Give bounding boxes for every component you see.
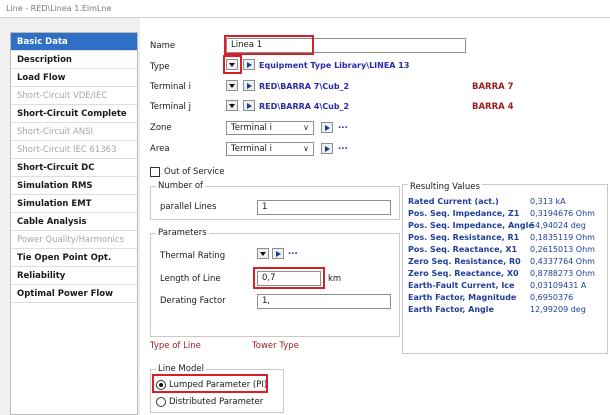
sidebar-item-sc-vde-iec[interactable]: Short-Circuit VDE/IEC [11,87,137,105]
sidebar-item-description[interactable]: Description [11,51,137,69]
thermal-rating-select-button[interactable] [257,248,269,259]
result-name: Pos. Seq. Impedance, Angle [408,221,534,230]
result-value: 0,8788273 Ohm [530,269,595,278]
sidebar-item-tie-open-point[interactable]: Tie Open Point Opt. [11,249,137,267]
parallel-lines-input[interactable]: 1 [257,200,391,215]
number-of-label: Number of [156,181,206,191]
result-name: Pos. Seq. Reactance, X1 [408,245,518,254]
result-name: Rated Current (act.) [408,197,499,206]
length-unit-label: km [328,274,342,284]
sidebar-item-simulation-emt[interactable]: Simulation EMT [11,195,137,213]
thermal-rating-more-button[interactable]: ... [288,247,298,257]
result-value: 0,3194676 Ohm [530,209,595,218]
sidebar-item-load-flow[interactable]: Load Flow [11,69,137,87]
zone-more-button[interactable]: ... [338,121,348,131]
area-more-button[interactable]: ... [338,142,348,152]
sidebar-item-optimal-power-flow[interactable]: Optimal Power Flow [11,285,137,303]
sidebar-item-reliability[interactable]: Reliability [11,267,137,285]
result-name: Earth Factor, Magnitude [408,293,517,302]
derating-factor-input[interactable]: 1, [257,294,391,309]
zone-select-value: Terminal i [231,123,272,133]
tower-type-label: Tower Type [252,341,299,351]
sidebar: Basic Data Description Load Flow Short-C… [10,32,138,415]
terminal-j-select-button[interactable] [226,100,238,111]
terminal-i-link[interactable]: RED\BARRA 7\Cub_2 [259,82,349,91]
result-name: Zero Seq. Reactance, X0 [408,269,519,278]
zone-label: Zone [150,123,172,133]
length-of-line-label: Length of Line [160,274,221,284]
sidebar-item-power-quality[interactable]: Power Quality/Harmonics [11,231,137,249]
parameters-label: Parameters [156,228,209,238]
result-value: 0,4337764 Ohm [530,257,595,266]
out-of-service-checkbox[interactable] [150,167,160,177]
type-highlight-box [223,55,242,74]
derating-factor-label: Derating Factor [160,296,226,306]
sidebar-item-sc-complete[interactable]: Short-Circuit Complete [11,105,137,123]
result-value: 0,6950376 [530,293,574,302]
line-model-label: Line Model [156,364,206,374]
type-of-line-label: Type of Line [150,341,201,351]
type-jump-button[interactable] [243,59,255,70]
sidebar-item-sc-ansi[interactable]: Short-Circuit ANSI [11,123,137,141]
distributed-parameter-label: Distributed Parameter [169,397,264,407]
result-value: 12,99209 deg [530,305,586,314]
sidebar-item-sc-iec-61363[interactable]: Short-Circuit IEC 61363 [11,141,137,159]
resulting-values-title: Resulting Values [408,182,482,192]
length-highlight-box [253,267,325,289]
result-name: Zero Seq. Resistance, R0 [408,257,521,266]
result-name: Earth Factor, Angle [408,305,494,314]
distributed-parameter-radio[interactable] [156,397,166,407]
sidebar-item-sc-dc[interactable]: Short-Circuit DC [11,159,137,177]
result-value: 0,03109431 A [530,281,587,290]
area-jump-button[interactable] [321,143,333,154]
zone-jump-button[interactable] [321,122,333,133]
area-select[interactable]: Terminal i ∨ [226,142,314,156]
terminal-j-link[interactable]: RED\BARRA 4\Cub_2 [259,102,349,111]
result-name: Pos. Seq. Resistance, R1 [408,233,520,242]
terminal-j-jump-button[interactable] [243,100,255,111]
sidebar-item-basic-data[interactable]: Basic Data [11,33,137,51]
sidebar-item-cable-analysis[interactable]: Cable Analysis [11,213,137,231]
window-title: Line - RED\Linea 1.ElmLne [6,4,112,13]
terminal-i-jump-button[interactable] [243,80,255,91]
thermal-rating-label: Thermal Rating [160,251,226,261]
zone-select[interactable]: Terminal i ∨ [226,121,314,135]
sidebar-item-simulation-rms[interactable]: Simulation RMS [11,177,137,195]
line-model-highlight-box [152,374,268,393]
name-highlight-box [224,35,314,55]
terminal-i-label: Terminal i [150,82,191,92]
result-value: 0,313 kA [530,197,566,206]
terminal-i-select-button[interactable] [226,80,238,91]
type-label: Type [150,62,170,72]
terminal-i-bus: BARRA 7 [472,82,514,92]
out-of-service-label: Out of Service [164,167,225,177]
thermal-rating-jump-button[interactable] [272,248,284,259]
area-label: Area [150,144,170,154]
result-value: 0,2615013 Ohm [530,245,595,254]
result-name: Pos. Seq. Impedance, Z1 [408,209,520,218]
window-titlebar: Line - RED\Linea 1.ElmLne [0,0,610,18]
area-select-value: Terminal i [231,144,272,154]
result-value: 54,94024 deg [530,221,586,230]
name-label: Name [150,41,176,51]
result-name: Earth-Fault Current, Ice [408,281,515,290]
parallel-lines-label: parallel Lines [160,202,217,212]
type-link[interactable]: Equipment Type Library\LINEA 13 [259,61,409,70]
terminal-j-label: Terminal j [150,102,191,112]
terminal-j-bus: BARRA 4 [472,102,514,112]
chevron-down-icon: ∨ [303,144,309,153]
chevron-down-icon: ∨ [303,123,309,132]
result-value: 0,1835119 Ohm [530,233,595,242]
basic-data-panel: Name Linea 1 Type Equipment Type Library… [140,18,610,415]
